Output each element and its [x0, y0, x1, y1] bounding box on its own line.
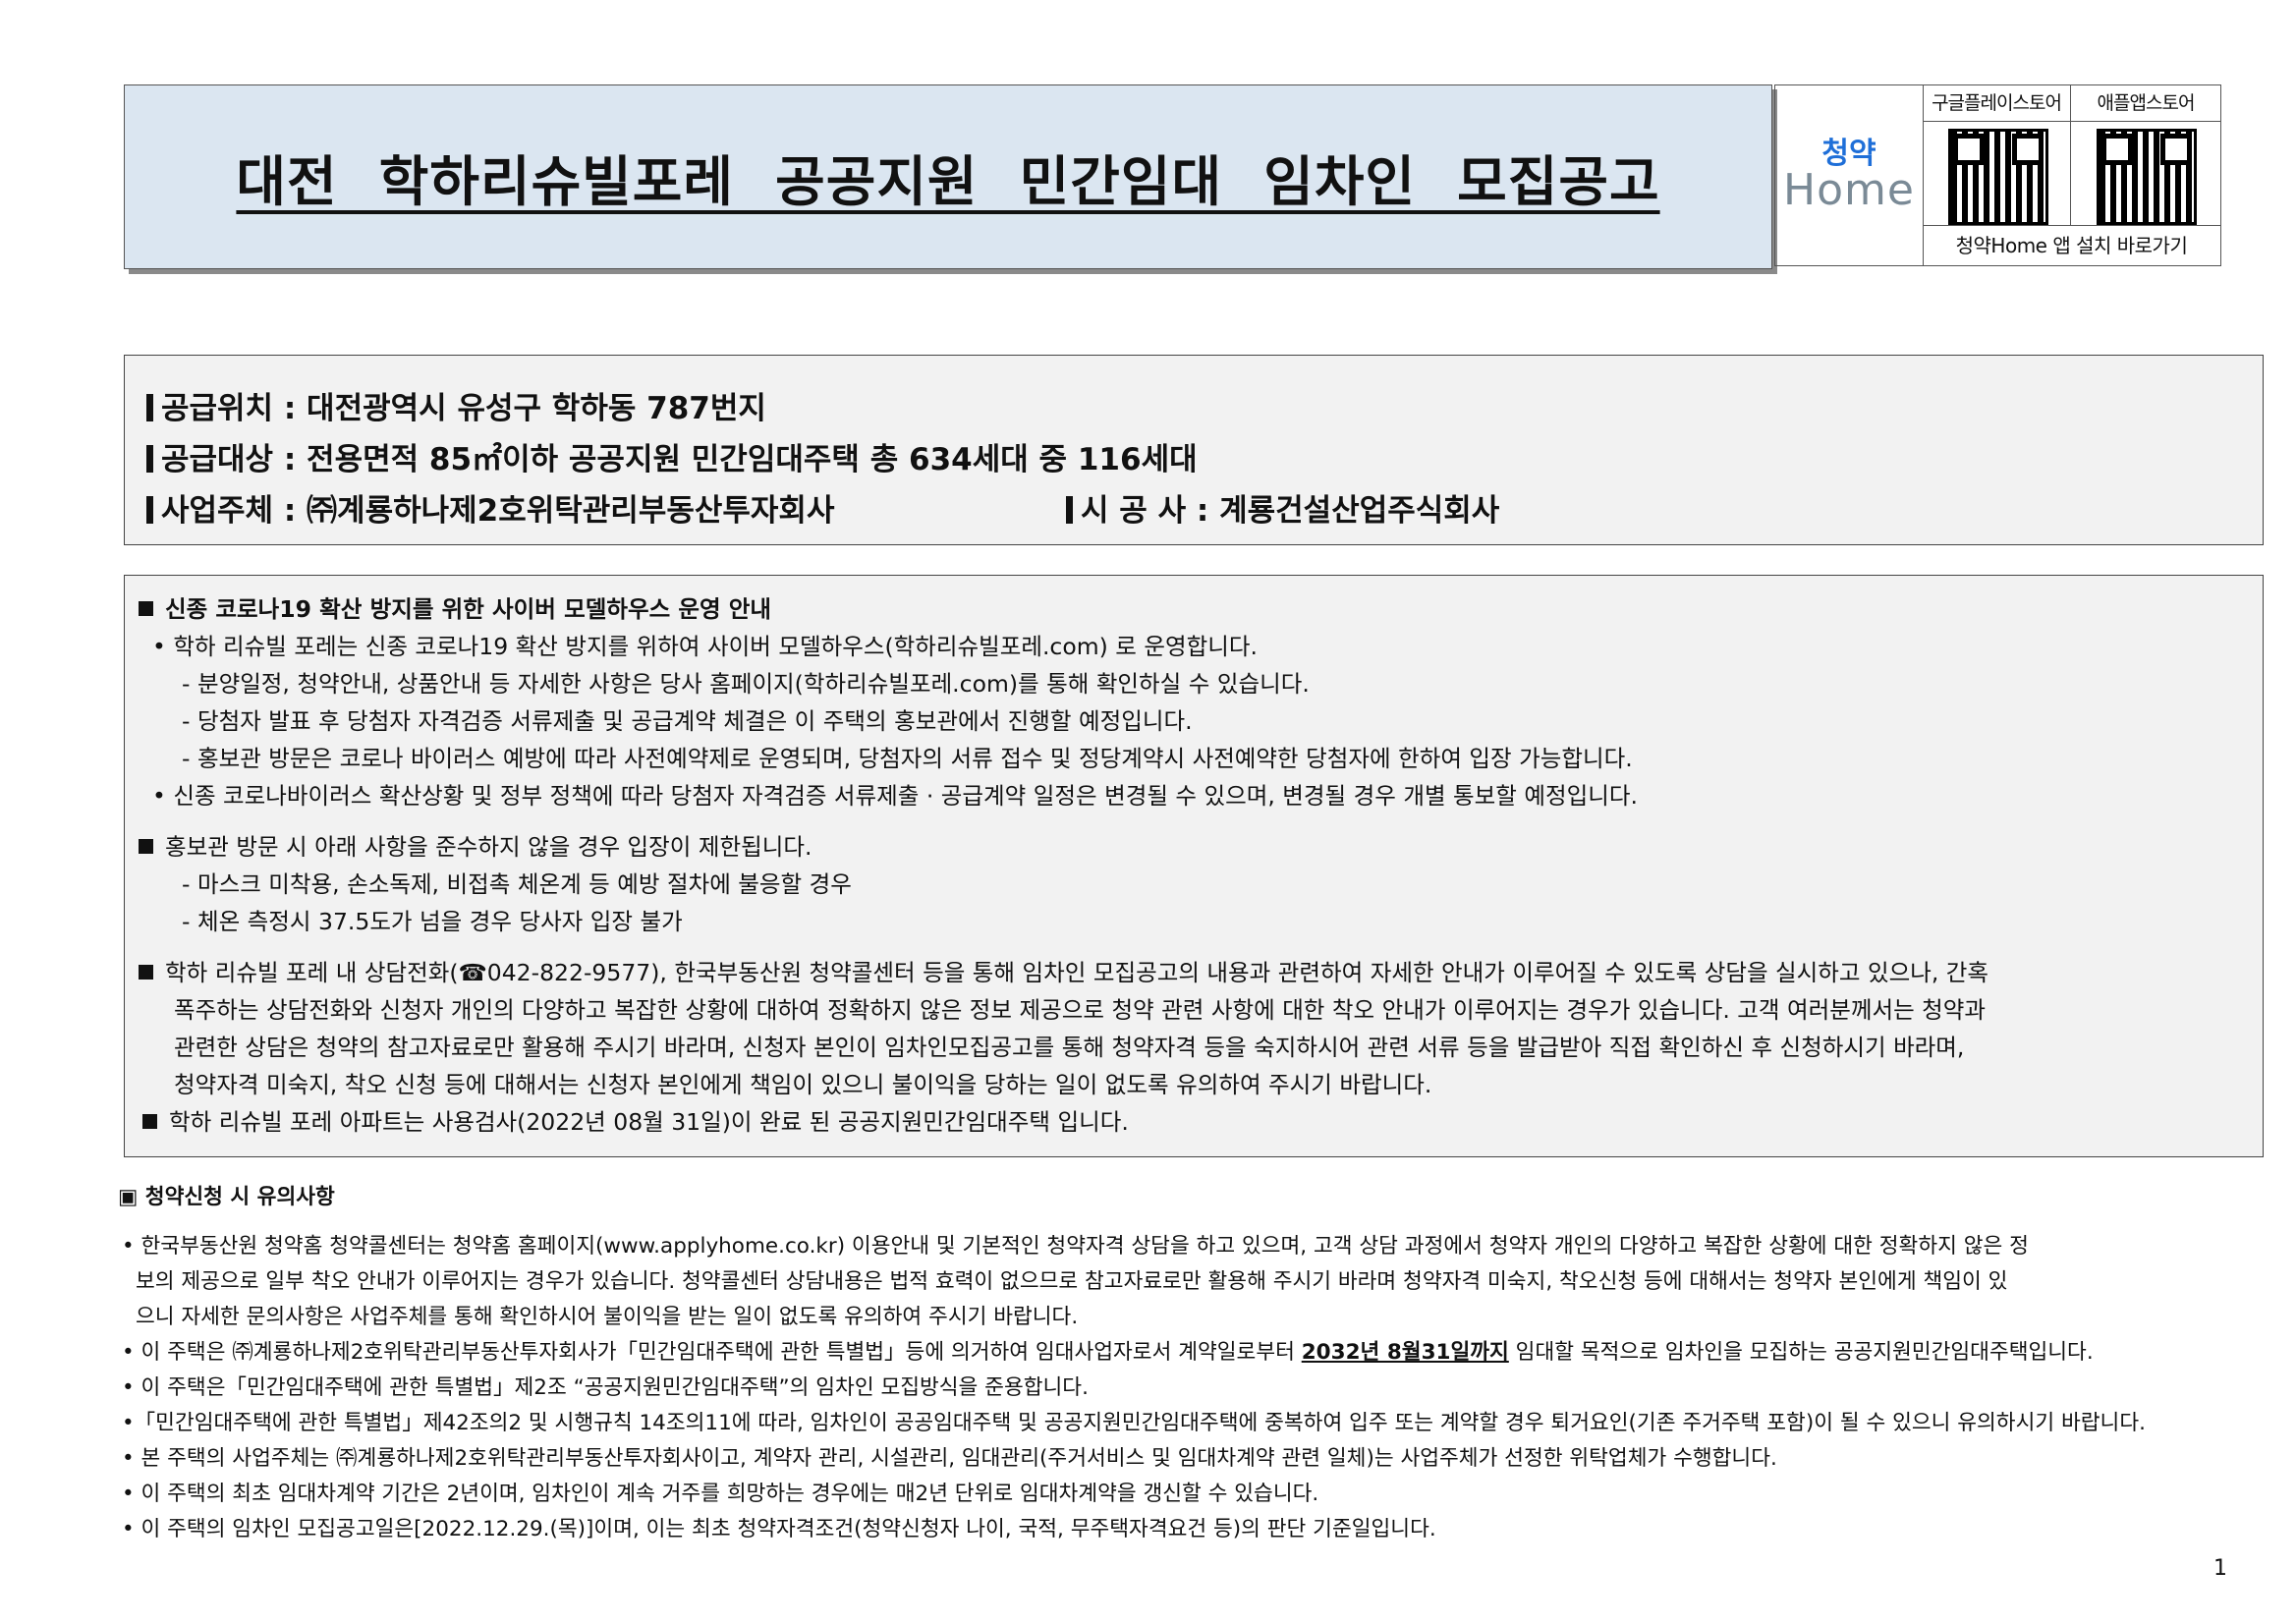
- notice-line: • 신종 코로나바이러스 확산상황 및 정부 정책에 따라 당첨자 자격검증 서…: [152, 782, 1638, 810]
- bar-bullet-icon: [146, 394, 153, 421]
- page-number: 1: [2213, 1556, 2227, 1581]
- apple-store-label: 애플앱스토어: [2071, 85, 2220, 122]
- title-banner: 대전 학하리슈빌포레 공공지원 민간임대 임차인 모집공고: [124, 84, 1772, 269]
- caution-heading: ▣ 청약신청 시 유의사항: [118, 1185, 335, 1209]
- apple-qr-code-icon[interactable]: [2097, 129, 2197, 225]
- caution-item: • 이 주택은「민간임대주택에 관한 특별법」제2조 “공공지원민간임대주택”의…: [122, 1375, 1089, 1400]
- apple-store-cell[interactable]: 애플앱스토어: [2071, 85, 2220, 225]
- notice-line: - 마스크 미착용, 손소독제, 비접촉 체온계 등 예방 절차에 불응할 경우: [182, 870, 852, 898]
- notice-heading-cyber: 신종 코로나19 확산 방지를 위한 사이버 모델하우스 운영 안내: [139, 595, 772, 623]
- caution-text: 임대할 목적으로 임차인을 모집하는 공공지원민간임대주택입니다.: [1508, 1340, 2094, 1365]
- constructor-text: 시 공 사 : 계룡건설산업주식회사: [1081, 493, 1500, 529]
- caution-item: •「민간임대주택에 관한 특별법」제42조의2 및 시행규칙 14조의11에 따…: [122, 1411, 2146, 1435]
- app-install-link[interactable]: 청약Home 앱 설치 바로가기: [1923, 225, 2220, 266]
- notice-line: - 당첨자 발표 후 당첨자 자격검증 서류제출 및 공급계약 체결은 이 주택…: [182, 707, 1193, 735]
- bar-bullet-icon: [1066, 496, 1073, 524]
- google-store-label: 구글플레이스토어: [1923, 85, 2070, 122]
- caution-item-lease-period: • 이 주택은 ㈜계룡하나제2호위탁관리부동산투자회사가「민간임대주택에 관한 …: [122, 1342, 2094, 1364]
- notice-line: 관련한 상담은 청약의 참고자료로만 활용해 주시기 바라며, 신청자 본인이 …: [174, 1034, 1965, 1061]
- logo-bottom-text: Home: [1783, 164, 1915, 215]
- supply-target-text: 공급대상 : 전용면적 85㎡이하 공공지원 민간임대주택 총 634세대 중 …: [161, 442, 1198, 477]
- app-download-box: 청약 Home 구글플레이스토어 애플앱스토어 청약Home 앱 설치 바로가기: [1774, 84, 2221, 266]
- supply-location-text: 공급위치 : 대전광역시 유성구 학하동 787번지: [161, 391, 766, 426]
- square-bullet-icon: [142, 1114, 157, 1129]
- business-operator: 사업주체 : ㈜계룡하나제2호위탁관리부동산투자회사: [146, 485, 834, 530]
- square-bullet-icon: [139, 839, 153, 854]
- google-store-cell[interactable]: 구글플레이스토어: [1923, 85, 2071, 225]
- square-bullet-icon: [139, 601, 153, 616]
- notice-line: 청약자격 미숙지, 착오 신청 등에 대해서는 신청자 본인에게 책임이 있으니…: [174, 1071, 1432, 1098]
- supply-target: 공급대상 : 전용면적 85㎡이하 공공지원 민간임대주택 총 634세대 중 …: [146, 434, 1198, 478]
- caution-item: • 본 주택의 사업주체는 ㈜계룡하나제2호위탁관리부동산투자회사이고, 계약자…: [122, 1446, 1777, 1471]
- notice-heading-consult-text: 학하 리슈빌 포레 내 상담전화(☎042-822-9577), 한국부동산원 …: [165, 959, 1989, 986]
- notice-heading-inspection: 학하 리슈빌 포레 아파트는 사용검사(2022년 08월 31일)이 완료 된…: [142, 1108, 1129, 1136]
- square-bullet-icon: [139, 965, 153, 980]
- lease-end-date: 2032년 8월31일까지: [1301, 1340, 1509, 1365]
- page-title: 대전 학하리슈빌포레 공공지원 민간임대 임차인 모집공고: [236, 150, 1660, 213]
- notice-line: - 분양일정, 청약안내, 상품안내 등 자세한 사항은 당사 홈페이지(학하리…: [182, 670, 1310, 698]
- logo-top-text: 청약: [1821, 136, 1876, 171]
- google-qr-code-icon[interactable]: [1948, 129, 2048, 225]
- notice-heading-cyber-text: 신종 코로나19 확산 방지를 위한 사이버 모델하우스 운영 안내: [165, 595, 772, 623]
- notice-box: 신종 코로나19 확산 방지를 위한 사이버 모델하우스 운영 안내 • 학하 …: [124, 575, 2264, 1157]
- constructor: 시 공 사 : 계룡건설산업주식회사: [1066, 485, 1499, 530]
- caution-item: • 한국부동산원 청약홈 청약콜센터는 청약홈 홈페이지(www.applyho…: [122, 1234, 2029, 1259]
- notice-line: 폭주하는 상담전화와 신청자 개인의 다양하고 복잡한 상황에 대하여 정확하지…: [174, 996, 1987, 1024]
- caution-item: 으니 자세한 문의사항은 사업주체를 통해 확인하시어 불이익을 받는 일이 없…: [136, 1305, 1079, 1329]
- notice-heading-visit-text: 홍보관 방문 시 아래 사항을 준수하지 않을 경우 입장이 제한됩니다.: [165, 833, 812, 861]
- supply-location: 공급위치 : 대전광역시 유성구 학하동 787번지: [146, 383, 766, 427]
- applyhome-logo: 청약 Home: [1775, 85, 1924, 265]
- caution-item: • 이 주택의 최초 임대차계약 기간은 2년이며, 임차인이 계속 거주를 희…: [122, 1482, 1319, 1506]
- bar-bullet-icon: [146, 496, 153, 524]
- notice-line: • 학하 리슈빌 포레는 신종 코로나19 확산 방지를 위하여 사이버 모델하…: [152, 633, 1258, 660]
- bar-bullet-icon: [146, 445, 153, 473]
- notice-line: - 홍보관 방문은 코로나 바이러스 예방에 따라 사전예약제로 운영되며, 당…: [182, 745, 1633, 772]
- supply-info-box: 공급위치 : 대전광역시 유성구 학하동 787번지 공급대상 : 전용면적 8…: [124, 355, 2264, 545]
- caution-text: • 이 주택은 ㈜계룡하나제2호위탁관리부동산투자회사가「민간임대주택에 관한 …: [122, 1340, 1302, 1365]
- caution-item: 보의 제공으로 일부 착오 안내가 이루어지는 경우가 있습니다. 청약콜센터 …: [136, 1269, 2008, 1294]
- notice-heading-consult: 학하 리슈빌 포레 내 상담전화(☎042-822-9577), 한국부동산원 …: [139, 959, 1989, 986]
- notice-heading-visit: 홍보관 방문 시 아래 사항을 준수하지 않을 경우 입장이 제한됩니다.: [139, 833, 812, 861]
- notice-heading-inspection-text: 학하 리슈빌 포레 아파트는 사용검사(2022년 08월 31일)이 완료 된…: [169, 1108, 1129, 1136]
- notice-line: - 체온 측정시 37.5도가 넘을 경우 당사자 입장 불가: [182, 908, 683, 935]
- caution-item: • 이 주택의 임차인 모집공고일은[2022.12.29.(목)]이며, 이는…: [122, 1517, 1436, 1541]
- business-operator-text: 사업주체 : ㈜계룡하나제2호위탁관리부동산투자회사: [161, 493, 835, 529]
